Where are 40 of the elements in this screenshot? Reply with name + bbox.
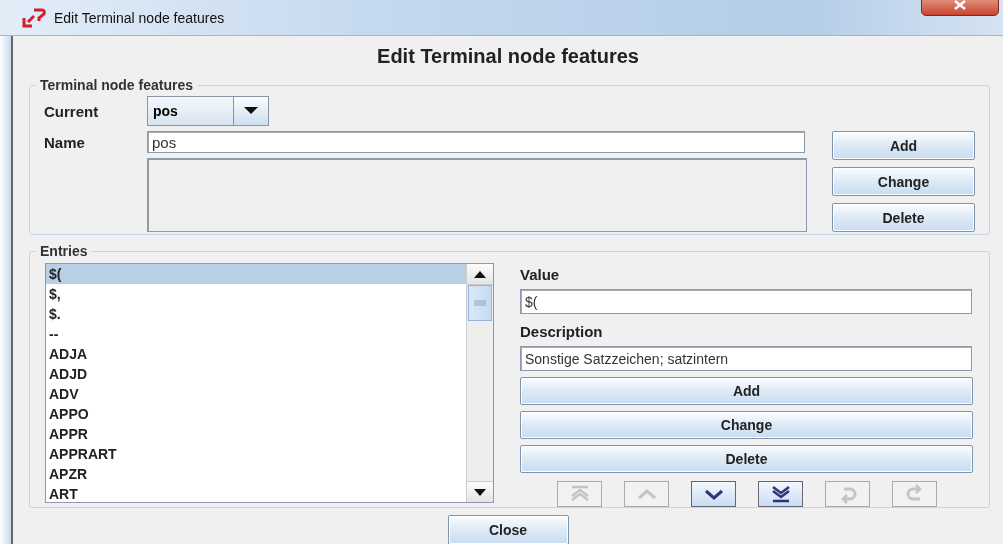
move-button[interactable] [691, 481, 736, 507]
feature-button[interactable]: Delete [832, 203, 975, 232]
text-area[interactable] [147, 158, 807, 232]
feature-button[interactable]: Add [832, 131, 975, 160]
entry-button[interactable]: Change [520, 411, 973, 439]
entry-button[interactable]: Add [520, 377, 973, 405]
list-item[interactable]: -- [46, 324, 466, 344]
list-item[interactable]: APPRART [46, 444, 466, 464]
field-label: Current [44, 102, 100, 120]
scrollbar[interactable] [466, 264, 493, 502]
grip-icon [474, 300, 486, 306]
feature-button[interactable]: Change [832, 167, 975, 196]
close-icon [953, 0, 967, 10]
entry-button[interactable]: Delete [520, 445, 973, 473]
window-title: Edit Terminal node features [54, 9, 225, 26]
list-item[interactable]: $, [46, 284, 466, 304]
list-item[interactable]: APPO [46, 404, 466, 424]
app-icon [22, 7, 46, 28]
close-window-button[interactable] [921, 0, 999, 16]
field-label: Value [520, 266, 561, 284]
dialog-heading: Edit Terminal node features [376, 45, 640, 67]
list-item[interactable]: $( [46, 264, 466, 284]
move-button[interactable] [758, 481, 803, 507]
scroll-down-icon [474, 488, 486, 496]
close-button[interactable]: Close [447, 515, 569, 544]
list-item[interactable]: ADV [46, 384, 466, 404]
list-item[interactable]: ADJA [46, 344, 466, 364]
field-label: Name [44, 133, 86, 151]
value-field[interactable]: $( [520, 289, 972, 314]
combo-box[interactable]: pos [147, 96, 269, 126]
dropdown-icon [244, 107, 258, 115]
list-item[interactable]: ADJD [46, 364, 466, 384]
list-item[interactable]: APZR [46, 464, 466, 484]
name-field[interactable]: pos [147, 131, 805, 153]
description-field[interactable]: Sonstige Satzzeichen; satzintern [520, 346, 972, 371]
list-item[interactable]: APPR [46, 424, 466, 444]
list-item[interactable]: ART [46, 484, 466, 502]
field-label: Description [520, 323, 604, 341]
scroll-up-icon [474, 270, 486, 278]
list-item[interactable]: $. [46, 304, 466, 324]
